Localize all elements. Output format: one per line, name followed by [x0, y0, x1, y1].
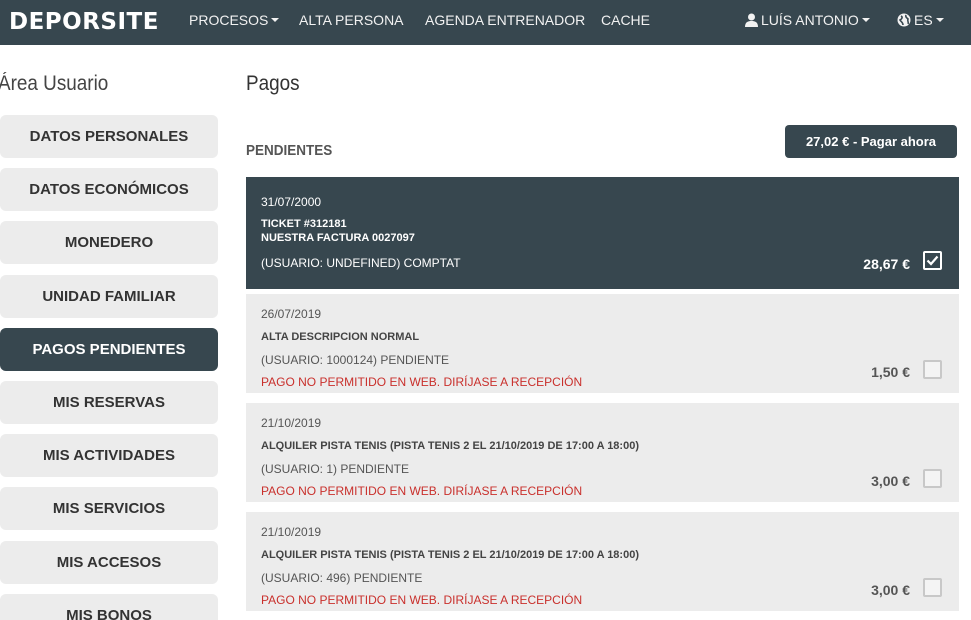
sidebar-item-datos-personales[interactable]: DATOS PERSONALES: [0, 115, 218, 158]
brand-logo[interactable]: DEPORSITE: [9, 9, 159, 35]
payment-date: 31/07/2000: [261, 195, 322, 209]
payment-date: 21/10/2019: [261, 525, 322, 539]
caret-down-icon: [271, 18, 280, 22]
caret-down-icon: [935, 18, 944, 22]
page-title: Pagos: [246, 72, 300, 95]
sidebar-item-mis-accesos[interactable]: MIS ACCESOS: [0, 541, 218, 584]
payment-amount: 3,00 €: [871, 582, 910, 598]
check-icon: [926, 255, 939, 266]
payment-warning: PAGO NO PERMITIDO EN WEB. DIRÍJASE A REC…: [261, 375, 583, 389]
payment-row[interactable]: 31/07/2000 TICKET #312181 NUESTRA FACTUR…: [246, 177, 959, 289]
section-label-pendientes: PENDIENTES: [246, 142, 333, 159]
sidebar-item-unidad-familiar[interactable]: UNIDAD FAMILIAR: [0, 275, 218, 318]
payment-date: 21/10/2019: [261, 416, 322, 430]
payment-row[interactable]: 26/07/2019 ALTA DESCRIPCION NORMAL (USUA…: [246, 294, 959, 393]
nav-procesos-label: PROCESOS: [189, 12, 269, 28]
payment-description: TICKET #312181: [261, 218, 347, 230]
top-navbar: DEPORSITE PROCESOS ALTA PERSONA AGENDA E…: [0, 0, 971, 45]
language-label: ES: [914, 12, 933, 28]
payment-description-secondary: NUESTRA FACTURA 0027097: [261, 232, 415, 244]
payment-row[interactable]: 21/10/2019 ALQUILER PISTA TENIS (PISTA T…: [246, 512, 959, 611]
payment-description: ALQUILER PISTA TENIS (PISTA TENIS 2 EL 2…: [261, 549, 639, 561]
payment-description: ALQUILER PISTA TENIS (PISTA TENIS 2 EL 2…: [261, 440, 639, 452]
payment-checkbox[interactable]: [923, 251, 942, 270]
user-icon: [745, 13, 758, 30]
sidebar-item-datos-economicos[interactable]: DATOS ECONÓMICOS: [0, 168, 218, 211]
payment-warning: PAGO NO PERMITIDO EN WEB. DIRÍJASE A REC…: [261, 593, 583, 607]
sidebar-item-mis-reservas[interactable]: MIS RESERVAS: [0, 381, 218, 424]
user-name-label: LUÍS ANTONIO: [761, 12, 859, 28]
caret-down-icon: [861, 18, 870, 22]
payment-description: ALTA DESCRIPCION NORMAL: [261, 331, 420, 343]
payment-checkbox[interactable]: [923, 578, 942, 597]
sidebar-item-mis-servicios[interactable]: MIS SERVICIOS: [0, 487, 218, 530]
nav-agenda-entrenador[interactable]: AGENDA ENTRENADOR: [425, 12, 585, 28]
sidebar-item-pagos-pendientes[interactable]: PAGOS PENDIENTES: [0, 328, 218, 371]
payment-user-status: (USUARIO: 1000124) PENDIENTE: [261, 353, 450, 367]
nav-procesos-dropdown[interactable]: PROCESOS: [189, 12, 280, 28]
payment-user-status: (USUARIO: 1) PENDIENTE: [261, 462, 410, 476]
sidebar-item-monedero[interactable]: MONEDERO: [0, 221, 218, 264]
payment-row[interactable]: 21/10/2019 ALQUILER PISTA TENIS (PISTA T…: [246, 403, 959, 502]
pay-now-button[interactable]: 27,02 € - Pagar ahora: [785, 125, 957, 158]
payment-user-status: (USUARIO: 496) PENDIENTE: [261, 571, 423, 585]
payment-date: 26/07/2019: [261, 307, 322, 321]
payment-amount: 28,67 €: [863, 256, 910, 272]
payment-warning: PAGO NO PERMITIDO EN WEB. DIRÍJASE A REC…: [261, 484, 583, 498]
payment-amount: 1,50 €: [871, 364, 910, 380]
user-menu-dropdown[interactable]: LUÍS ANTONIO: [745, 12, 870, 30]
nav-cache[interactable]: CACHE: [601, 12, 650, 28]
payment-user-status: (USUARIO: UNDEFINED) COMPTAT: [261, 256, 461, 270]
sidebar-title: Área Usuario: [0, 72, 109, 95]
payment-amount: 3,00 €: [871, 473, 910, 489]
nav-alta-persona[interactable]: ALTA PERSONA: [299, 12, 404, 28]
payment-checkbox[interactable]: [923, 360, 942, 379]
payment-checkbox[interactable]: [923, 469, 942, 488]
sidebar-item-mis-actividades[interactable]: MIS ACTIVIDADES: [0, 434, 218, 477]
globe-icon: [897, 13, 911, 30]
sidebar-item-mis-bonos[interactable]: MIS BONOS: [0, 594, 218, 620]
language-dropdown[interactable]: ES: [897, 12, 944, 30]
